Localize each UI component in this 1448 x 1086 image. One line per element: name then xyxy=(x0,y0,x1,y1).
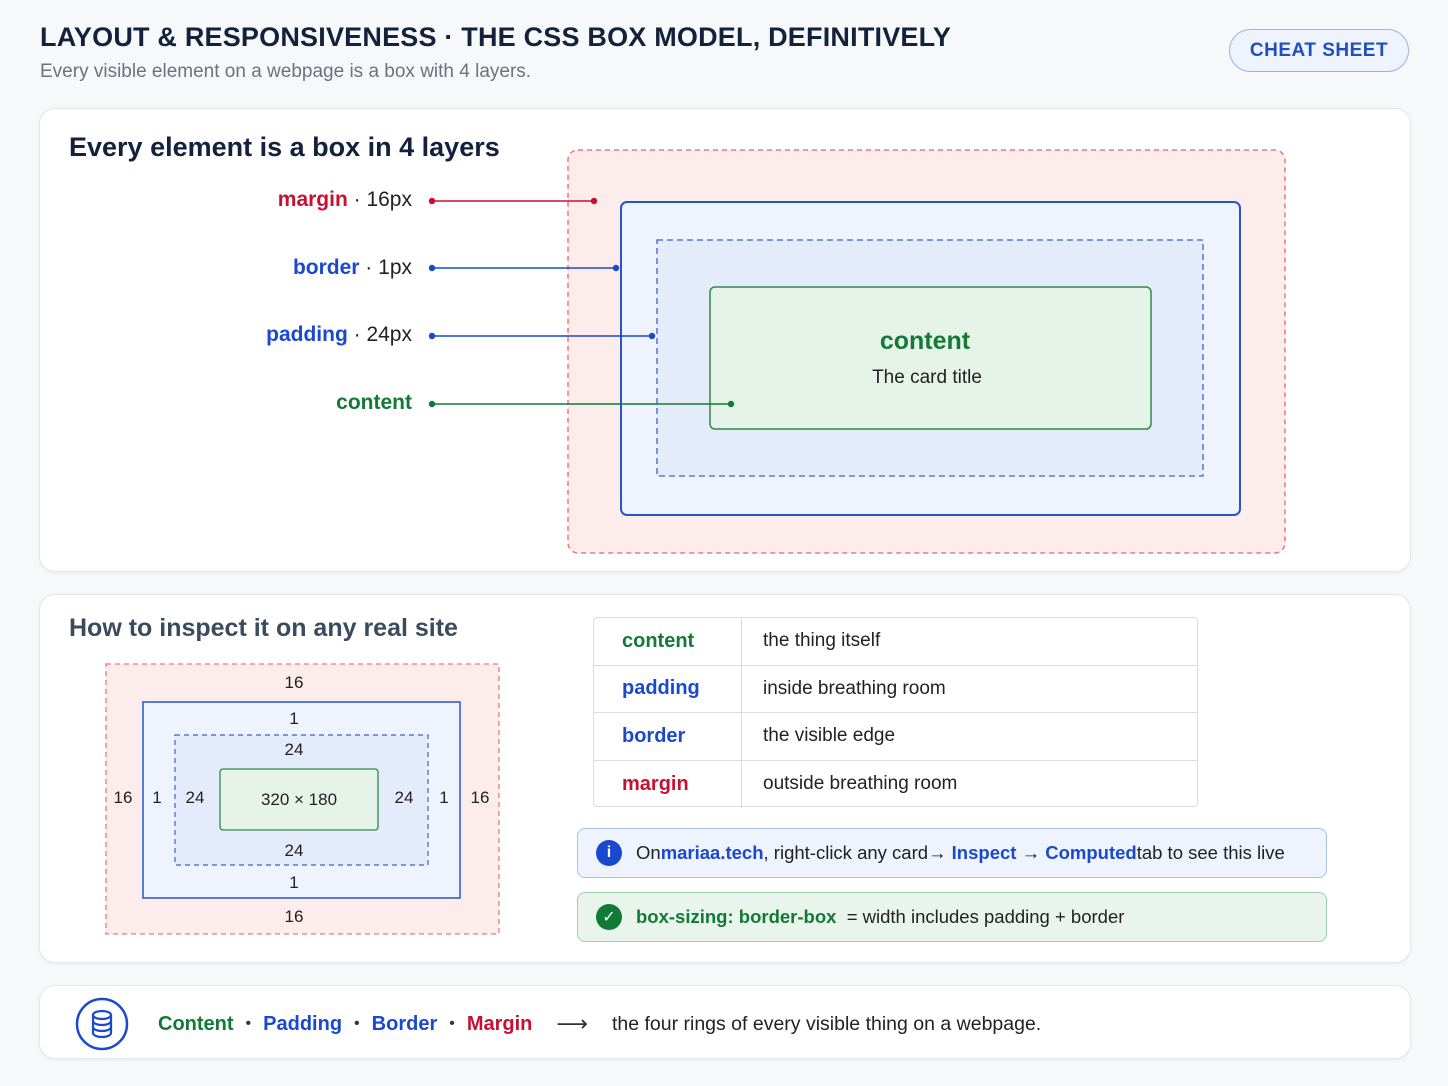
stack-icon xyxy=(75,997,129,1051)
table-desc: the visible edge xyxy=(763,725,896,747)
mini-margin-left: 16 xyxy=(113,788,133,807)
footer-content: Content xyxy=(158,1012,234,1035)
footer-legend: Content • Padding • Border • Margin ⟶ th… xyxy=(158,1011,1042,1036)
mini-padding-bottom: 24 xyxy=(284,841,304,860)
mini-padding-top: 24 xyxy=(284,740,304,759)
site-name: mariaa.tech xyxy=(660,842,764,863)
table-row: padding inside breathing room xyxy=(594,665,1197,713)
footer-text: the four rings of every visible thing on… xyxy=(611,1012,1042,1035)
box-sizing-code: box-sizing: border-box xyxy=(636,906,837,927)
mini-margin-right: 16 xyxy=(470,788,490,807)
mini-padding-left: 24 xyxy=(185,788,205,807)
table-term: padding xyxy=(594,665,742,712)
mini-border-left: 1 xyxy=(152,788,162,807)
footer-margin: Margin xyxy=(466,1012,533,1035)
footer-border: Border xyxy=(371,1012,438,1035)
table-row: content the thing itself xyxy=(594,618,1197,666)
info-icon: i xyxy=(596,840,622,866)
box-sizing-note: ✓ box-sizing: border-box = width include… xyxy=(577,892,1327,942)
mini-border-right: 1 xyxy=(439,788,449,807)
table-row: border the visible edge xyxy=(594,713,1197,761)
mini-margin-top: 16 xyxy=(284,673,304,692)
table-row: margin outside breathing room xyxy=(594,760,1197,808)
inspect-info-note: i On mariaa.tech, right-click any card →… xyxy=(577,828,1327,878)
footer-padding: Padding xyxy=(263,1012,343,1035)
table-desc: inside breathing room xyxy=(763,677,946,699)
mini-margin-bottom: 16 xyxy=(284,907,304,926)
table-term: margin xyxy=(594,760,742,808)
mini-padding-right: 24 xyxy=(394,788,414,807)
layer-definitions-table: content the thing itself padding inside … xyxy=(593,617,1198,808)
mini-border-bottom: 1 xyxy=(289,873,299,892)
footer-arrow: ⟶ xyxy=(556,1011,588,1036)
mini-border-top: 1 xyxy=(289,709,299,728)
table-desc: outside breathing room xyxy=(763,773,958,795)
mini-content-size: 320 × 180 xyxy=(260,790,338,809)
table-term: border xyxy=(594,713,742,760)
table-desc: the thing itself xyxy=(763,630,881,652)
table-term: content xyxy=(594,618,742,665)
check-circle-icon: ✓ xyxy=(596,904,622,930)
